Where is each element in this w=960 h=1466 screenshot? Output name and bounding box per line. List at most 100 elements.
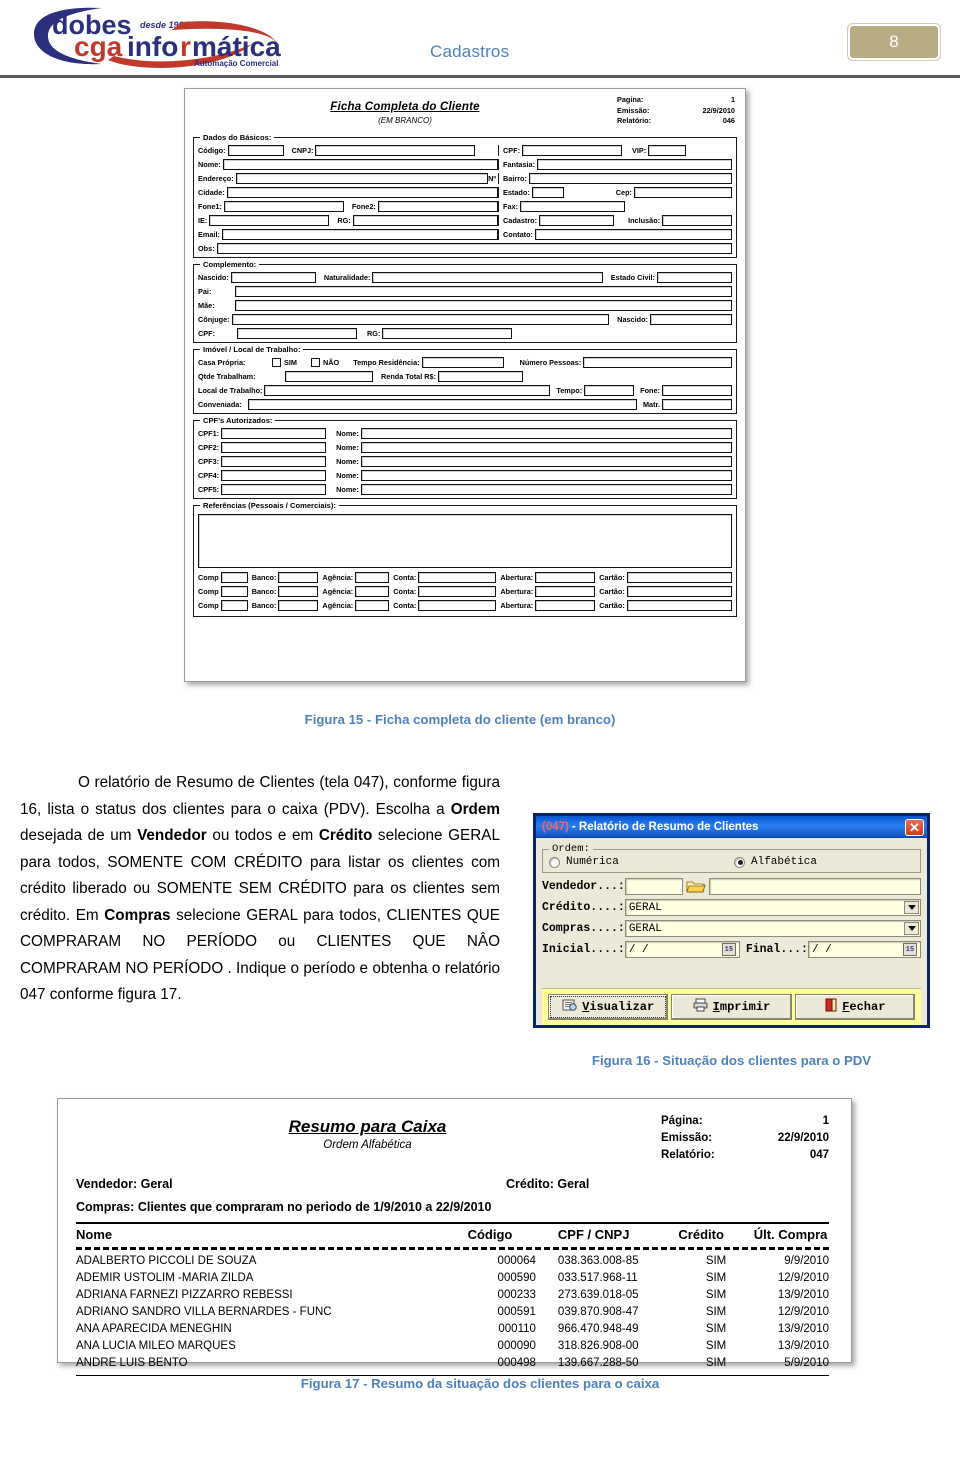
- input-abertura-2[interactable]: [535, 585, 596, 597]
- input-agencia-3[interactable]: [355, 599, 390, 611]
- combo-compras[interactable]: GERAL: [624, 920, 921, 937]
- input-fone1[interactable]: [223, 200, 344, 212]
- radio-option-alfabetica[interactable]: Alfabética: [734, 856, 817, 868]
- input-comp-3[interactable]: [220, 599, 248, 611]
- input-tempo[interactable]: [584, 384, 635, 396]
- calendar-icon-final[interactable]: 15: [903, 943, 917, 956]
- input-comp-2[interactable]: [220, 585, 248, 597]
- input-agencia-2[interactable]: [355, 585, 390, 597]
- label-cartao-2: Cartão:: [599, 586, 625, 596]
- input-cadastro[interactable]: [539, 214, 615, 226]
- cell-cpf: 033.517.968-11: [557, 1271, 638, 1284]
- page-number-badge: 8: [847, 23, 941, 61]
- input-fax[interactable]: [520, 200, 626, 212]
- visualizar-button[interactable]: Visualizar: [548, 994, 669, 1020]
- label-contato: Contato:: [503, 229, 533, 239]
- input-conta-1[interactable]: [418, 571, 497, 583]
- combo-credito[interactable]: GERAL: [624, 899, 921, 916]
- input-conjuge-nascido[interactable]: [650, 313, 732, 325]
- input-cpf2-nome[interactable]: [360, 441, 732, 453]
- input-cidade[interactable]: [226, 186, 498, 198]
- input-estado-civil[interactable]: [657, 271, 732, 283]
- legend-complemento: Complemento:: [203, 260, 257, 269]
- input-banco-1[interactable]: [278, 571, 319, 583]
- input-cpf5-nome[interactable]: [360, 483, 732, 495]
- input-inclusao[interactable]: [662, 214, 732, 226]
- radio-option-numerica[interactable]: Numérica: [549, 856, 734, 868]
- textarea-referencias[interactable]: [198, 514, 732, 568]
- input-email[interactable]: [221, 228, 498, 240]
- input-conjuge[interactable]: [231, 313, 610, 325]
- input-banco-3[interactable]: [278, 599, 319, 611]
- input-vendedor-name[interactable]: [708, 878, 921, 895]
- input-ie[interactable]: [209, 214, 330, 226]
- input-conveniada[interactable]: [247, 398, 637, 410]
- input-cep[interactable]: [633, 186, 732, 198]
- input-naturalidade[interactable]: [372, 271, 603, 283]
- input-estado[interactable]: [531, 186, 564, 198]
- input-obs[interactable]: [216, 242, 732, 254]
- input-data-final[interactable]: / / 15: [807, 941, 921, 958]
- input-abertura-3[interactable]: [535, 599, 596, 611]
- checkbox-casa-propria-sim[interactable]: [272, 357, 281, 367]
- input-comp-1[interactable]: [220, 571, 248, 583]
- input-qtde-trabalham[interactable]: [285, 370, 373, 382]
- calendar-icon-inicial[interactable]: 15: [721, 943, 736, 956]
- input-cartao-2[interactable]: [626, 585, 732, 597]
- input-agencia-1[interactable]: [355, 571, 390, 583]
- imprimir-button[interactable]: Imprimir: [671, 994, 792, 1020]
- input-cpf1[interactable]: [221, 427, 327, 439]
- chevron-down-icon-compras[interactable]: [904, 922, 919, 935]
- chevron-down-icon-credito[interactable]: [904, 901, 919, 914]
- input-contato[interactable]: [535, 228, 732, 240]
- input-mae[interactable]: [234, 299, 732, 311]
- folder-open-icon[interactable]: [686, 879, 706, 895]
- input-numero-pessoas[interactable]: [583, 356, 732, 368]
- input-cpf[interactable]: [522, 144, 623, 156]
- radio-icon-alfabetica[interactable]: [734, 856, 745, 868]
- fechar-button[interactable]: Fechar: [794, 994, 915, 1020]
- label-local-trabalho: Local de Trabalho:: [198, 385, 263, 395]
- fieldset-ordem: Ordem: Numérica Alfabética: [542, 843, 921, 873]
- input-cpf4-nome[interactable]: [360, 469, 732, 481]
- input-cartao-3[interactable]: [626, 599, 732, 611]
- input-comp-rg[interactable]: [382, 327, 513, 339]
- input-cpf3-nome[interactable]: [360, 455, 732, 467]
- input-renda-total[interactable]: [438, 370, 524, 382]
- close-icon[interactable]: ✕: [905, 818, 924, 836]
- label-bairro: Bairro:: [503, 173, 527, 183]
- input-rg[interactable]: [352, 214, 498, 226]
- input-data-inicial[interactable]: / / 15: [624, 941, 740, 958]
- input-fone-trabalho[interactable]: [662, 384, 732, 396]
- input-cartao-1[interactable]: [626, 571, 732, 583]
- input-conta-2[interactable]: [418, 585, 497, 597]
- input-nome[interactable]: [222, 158, 498, 170]
- checkbox-casa-propria-nao[interactable]: [310, 357, 320, 367]
- input-cpf4[interactable]: [221, 469, 327, 481]
- input-pai[interactable]: [235, 285, 732, 297]
- input-banco-2[interactable]: [278, 585, 319, 597]
- input-vendedor-code[interactable]: [624, 878, 683, 895]
- radio-icon-numerica[interactable]: [549, 856, 560, 868]
- input-cpf2[interactable]: [221, 441, 327, 453]
- input-vip[interactable]: [648, 144, 687, 156]
- input-tempo-residencia[interactable]: [421, 356, 504, 368]
- dialog-titlebar[interactable]: (047) - Relatório de Resumo de Clientes …: [536, 816, 927, 838]
- input-bairro[interactable]: [528, 172, 732, 184]
- input-cpf3[interactable]: [221, 455, 327, 467]
- input-endereco[interactable]: [235, 172, 489, 184]
- input-conta-3[interactable]: [418, 599, 497, 611]
- input-fone2[interactable]: [377, 200, 498, 212]
- input-abertura-1[interactable]: [535, 571, 596, 583]
- legend-cpfs-autorizados: CPF's Autorizados:: [203, 416, 273, 425]
- input-cnpj[interactable]: [315, 144, 476, 156]
- input-matr[interactable]: [662, 398, 732, 410]
- input-fantasia[interactable]: [537, 158, 732, 170]
- input-codigo[interactable]: [227, 144, 284, 156]
- input-local-trabalho[interactable]: [264, 384, 551, 396]
- input-cpf5[interactable]: [221, 483, 327, 495]
- input-nascido[interactable]: [230, 271, 316, 283]
- input-comp-cpf[interactable]: [237, 327, 358, 339]
- input-cpf1-nome[interactable]: [360, 427, 732, 439]
- label-estado-civil: Estado Civil:: [610, 272, 655, 282]
